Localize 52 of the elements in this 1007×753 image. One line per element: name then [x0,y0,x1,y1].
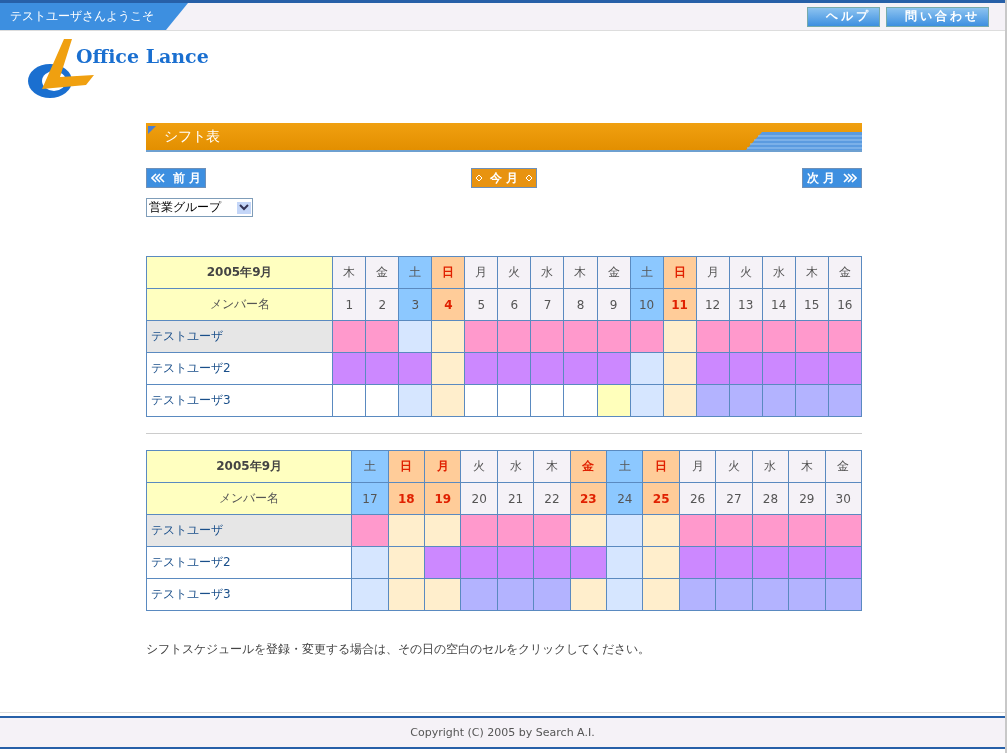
weekday-cell: 水 [752,450,789,483]
dropdown-value: 営業グループ [148,199,221,216]
weekday-cell: 水 [497,450,534,483]
weekday-cell: 日 [642,450,680,483]
month-cell: 2005年9月 [146,450,352,483]
member-name-cell[interactable]: テストユーザ2 [146,352,333,385]
copyright-text: Copyright (C) 2005 by Search A.I. [410,726,595,739]
weekday-cell: 日 [663,256,697,289]
weekday-cell: 木 [788,450,825,483]
weekday-cell: 火 [460,450,498,483]
weekday-cell: 月 [696,256,730,289]
weekday-cell: 金 [597,256,631,289]
member-name-cell[interactable]: テストユーザ [146,514,352,547]
weekday-cell: 土 [606,450,643,483]
weekday-cell: 金 [365,256,399,289]
weekday-cell: 水 [762,256,796,289]
caret-icon [239,204,249,211]
weekday-cell: 月 [679,450,716,483]
weekday-cell: 月 [464,256,498,289]
section-title: シフト表 [164,127,221,146]
diamond-icon [475,175,482,181]
instruction-text: シフトスケジュールを登録・変更する場合は、その日の空白のセルをクリックしてください。 [146,641,651,658]
member-name-cell[interactable]: テストユーザ [146,320,333,353]
weekday-cell: 木 [332,256,366,289]
weekday-cell: 日 [388,450,425,483]
member-header-cell: メンバー名 [146,288,333,321]
month-cell: 2005年9月 [146,256,333,289]
weekday-cell: 金 [828,256,862,289]
weekday-cell: 土 [630,256,664,289]
group-dropdown[interactable]: 営業グループ [146,198,253,217]
chevrons-icon [843,173,857,183]
weekday-cell: 水 [530,256,564,289]
weekday-cell: 木 [795,256,829,289]
member-name-cell[interactable]: テストユーザ2 [146,546,352,579]
member-name-cell[interactable]: テストユーザ3 [146,578,352,611]
weekday-cell: 火 [729,256,763,289]
weekday-cell: 木 [563,256,597,289]
weekday-cell: 火 [715,450,753,483]
weekday-cell: 金 [825,450,862,483]
weekday-cell: 土 [398,256,432,289]
logo-text: Office Lance [76,45,209,67]
weekday-cell: 日 [431,256,465,289]
member-name-cell[interactable]: テストユーザ3 [146,384,333,417]
weekday-cell: 月 [424,450,461,483]
diamond-icon [526,175,533,181]
weekday-cell: 木 [533,450,571,483]
corner-icon [148,126,156,134]
weekday-cell: 火 [497,256,531,289]
weekday-cell: 土 [351,450,389,483]
weekday-cell: 金 [570,450,607,483]
chevrons-icon [151,173,165,183]
member-header-cell: メンバー名 [146,482,352,515]
